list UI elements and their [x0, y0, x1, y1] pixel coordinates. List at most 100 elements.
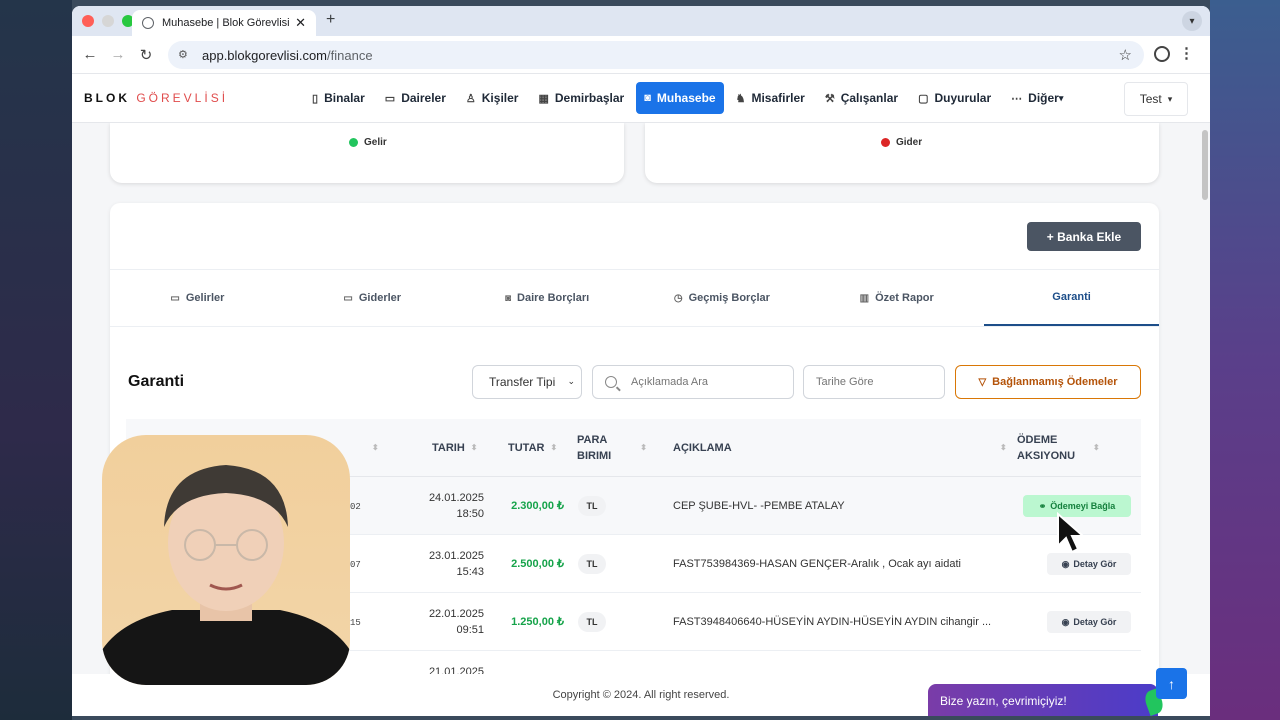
date-filter-input[interactable]: [816, 376, 944, 388]
column-header-amount[interactable]: TUTAR ⬍: [508, 440, 557, 456]
expense-icon: ▭: [343, 292, 353, 304]
description-search-input[interactable]: [631, 376, 793, 388]
tab-label: Özet Rapor: [875, 292, 934, 304]
close-tab-icon[interactable]: ✕: [295, 15, 306, 31]
nav-item-5[interactable]: ♞ Misafirler: [728, 82, 813, 114]
section-title: Garanti: [128, 373, 185, 390]
chevron-down-icon: ⌄: [567, 376, 575, 386]
description-search[interactable]: [592, 365, 794, 399]
tab-3[interactable]: ◷ Geçmiş Borçlar: [634, 270, 809, 326]
add-bank-button[interactable]: + Banka Ekle: [1027, 222, 1141, 251]
site-settings-icon[interactable]: ⚙: [178, 48, 192, 62]
column-header-date[interactable]: TARIH ⬍: [432, 440, 478, 456]
scroll-to-top-button[interactable]: ↑: [1156, 668, 1187, 699]
tab-0[interactable]: ▭ Gelirler: [110, 270, 285, 326]
desktop-background-right: [1210, 0, 1280, 720]
nav-item-6[interactable]: ⚒ Çalışanlar: [817, 82, 906, 114]
nav-item-label: Misafirler: [751, 91, 805, 105]
view-details-button[interactable]: ◉ Detay Gör: [1047, 553, 1131, 575]
sort-icon: ⬍: [1000, 443, 1007, 452]
expense-legend-label: Gider: [896, 137, 923, 148]
column-header-action[interactable]: ÖDEME AKSIYONU ⬍: [1017, 432, 1127, 464]
row-datetime: 23.01.2025 15:43: [416, 548, 484, 580]
nav-item-2[interactable]: ♙ Kişiler: [458, 82, 527, 114]
currency-badge: TL: [578, 496, 606, 516]
tab-4[interactable]: ▥ Özet Rapor: [809, 270, 984, 326]
tab-2[interactable]: ◙ Daire Borçları: [460, 270, 635, 326]
row-description: CEP ŞUBE-HVL- -PEMBE ATALAY: [673, 500, 845, 512]
link-icon: ⚭: [1038, 500, 1047, 511]
transfer-type-select[interactable]: Transfer Tipi ⌄: [472, 365, 582, 399]
tab-5[interactable]: Garanti: [984, 270, 1159, 326]
nav-item-3[interactable]: ▦ Demirbaşlar: [530, 82, 632, 114]
row-id: 15: [350, 618, 361, 628]
address-bar-row: ← → ↻ ⚙ app.blokgorevlisi.com/finance ☆ …: [72, 36, 1210, 74]
brand-logo[interactable]: BLOK GÖREVLİSİ: [84, 91, 228, 105]
person-icon: ♙: [465, 92, 476, 105]
tab-1[interactable]: ▭ Giderler: [285, 270, 460, 326]
eye-icon: ◉: [1061, 616, 1070, 627]
row-time: 15:43: [456, 566, 484, 578]
arrow-up-icon: ↑: [1168, 675, 1175, 692]
nav-item-label: Muhasebe: [656, 91, 716, 105]
message-icon: ▢: [918, 92, 929, 105]
nav-item-1[interactable]: ▭ Daireler: [377, 82, 454, 114]
building-icon: ▯: [312, 92, 319, 105]
column-header-description[interactable]: AÇIKLAMA: [673, 440, 732, 456]
forward-icon[interactable]: →: [104, 46, 132, 63]
tab-label: Gelirler: [185, 292, 225, 304]
back-icon[interactable]: ←: [76, 46, 104, 63]
sort-icon: ⬍: [640, 443, 647, 452]
walking-icon: ♞: [735, 92, 746, 105]
column-header-currency[interactable]: PARA BIRIMI ⬍: [577, 432, 647, 464]
user-menu-button[interactable]: Test ▾: [1124, 82, 1188, 116]
row-description: FAST753984369-HASAN GENÇER-Aralık , Ocak…: [673, 558, 961, 570]
user-menu-label: Test: [1139, 92, 1162, 106]
income-chart-card: Gelir: [110, 123, 624, 183]
nav-item-label: Binalar: [324, 91, 365, 105]
close-window-button[interactable]: [82, 15, 94, 27]
column-header-id-sort[interactable]: ⬍: [366, 440, 379, 456]
action-label: Ödemeyi Bağla: [1050, 501, 1116, 511]
page-scrollbar[interactable]: [1202, 130, 1208, 200]
filter-icon: ▽: [978, 376, 987, 388]
minimize-window-button[interactable]: [102, 15, 114, 27]
bookmark-star-icon[interactable]: ☆: [1119, 46, 1132, 64]
new-tab-button[interactable]: +: [326, 11, 335, 29]
unlinked-payments-button[interactable]: ▽ Bağlanmamış Ödemeler: [955, 365, 1141, 399]
column-header-amount-label: TUTAR: [508, 442, 545, 454]
chevron-down-icon: ▾: [1058, 92, 1064, 103]
nav-item-7[interactable]: ▢ Duyurular: [910, 82, 999, 114]
url-host: app.blokgorevlisi.com: [202, 47, 328, 63]
action-label: Detay Gör: [1073, 617, 1117, 627]
row-id: 07: [350, 560, 361, 570]
sort-icon: ⬍: [1093, 443, 1100, 452]
browser-tab-active[interactable]: Muhasebe | Blok Görevlisi ✕: [132, 10, 316, 36]
column-header-description-label: AÇIKLAMA: [673, 442, 732, 454]
expense-legend: Gider: [881, 137, 922, 148]
unlinked-payments-label: Bağlanmamış Ödemeler: [992, 376, 1118, 388]
live-chat-widget[interactable]: Bize yazın, çevrimiçiyiz!: [928, 684, 1166, 716]
income-legend-swatch: [349, 138, 358, 147]
tab-search-chevron-icon[interactable]: ▾: [1182, 11, 1202, 31]
url-field[interactable]: ⚙ app.blokgorevlisi.com/finance ☆: [168, 41, 1144, 69]
income-icon: ▭: [170, 292, 180, 304]
nav-item-4[interactable]: ◙ Muhasebe: [636, 82, 724, 114]
date-filter[interactable]: [803, 365, 945, 399]
top-navigation: BLOK GÖREVLİSİ ▯ Binalar ▭ Daireler ♙ Kişiler…: [72, 74, 1210, 123]
browser-menu-icon[interactable]: ⋮: [1179, 44, 1194, 62]
currency-badge: TL: [578, 612, 606, 632]
live-chat-label: Bize yazın, çevrimiçiyiz!: [940, 694, 1067, 708]
nav-item-8[interactable]: ⋯ Diğer ▾: [1003, 82, 1071, 114]
search-icon: [605, 376, 617, 388]
nav-item-0[interactable]: ▯ Binalar: [304, 82, 373, 114]
view-details-button[interactable]: ◉ Detay Gör: [1047, 611, 1131, 633]
column-header-description-sort[interactable]: ⬍: [994, 440, 1007, 456]
profile-icon[interactable]: [1154, 46, 1170, 62]
currency-badge: TL: [578, 554, 606, 574]
row-time: 18:50: [456, 508, 484, 520]
reload-icon[interactable]: ↻: [132, 46, 160, 64]
finance-icon: ◙: [644, 92, 651, 104]
browser-tab-strip: Muhasebe | Blok Görevlisi ✕ + ▾: [72, 6, 1210, 36]
tab-label: Geçmiş Borçlar: [688, 292, 770, 304]
